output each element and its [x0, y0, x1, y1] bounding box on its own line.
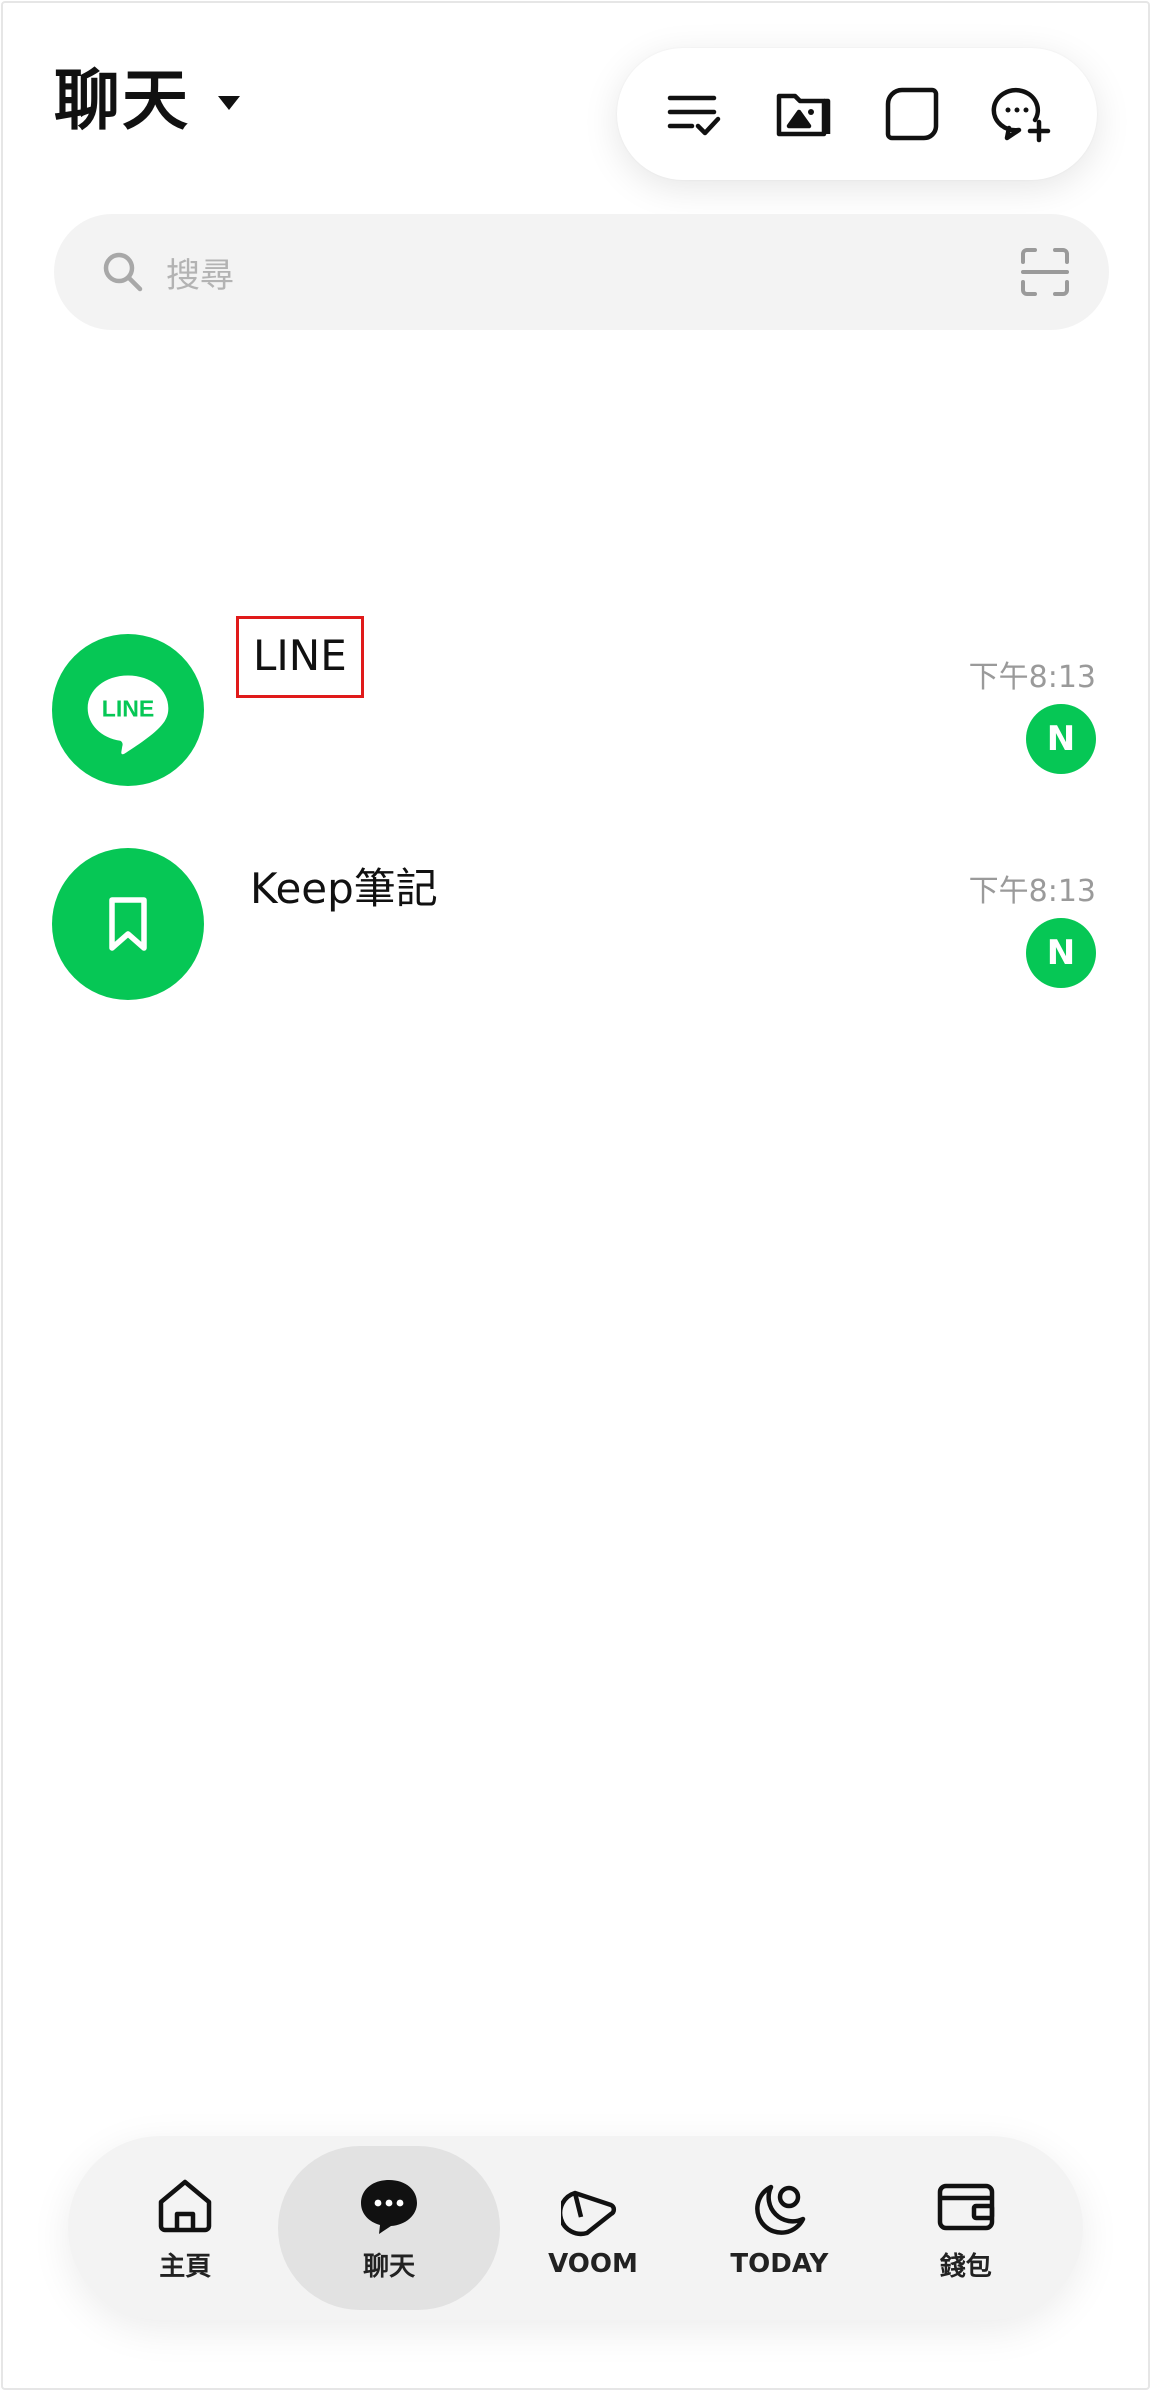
search-bar[interactable]: 搜尋: [54, 214, 1109, 330]
bottom-nav: 主頁 聊天 VOOM TODAY 錢包: [68, 2136, 1083, 2320]
line-avatar: LINE: [52, 634, 204, 786]
qr-scan-button[interactable]: [1019, 246, 1071, 298]
nav-label: 錢包: [939, 2251, 992, 2282]
chat-item-keep[interactable]: Keep筆記 下午8:13 N: [0, 848, 1151, 1008]
search-placeholder: 搜尋: [166, 255, 234, 296]
chat-name: Keep筆記: [250, 864, 438, 913]
square-button[interactable]: [876, 78, 948, 150]
nav-label: TODAY: [730, 2249, 829, 2279]
album-folder-button[interactable]: [767, 78, 839, 150]
new-badge: N: [1026, 704, 1096, 774]
window-frame: [1, 1, 1150, 2390]
nav-label: 主頁: [159, 2251, 212, 2282]
nav-today[interactable]: TODAY: [686, 2146, 872, 2310]
line-logo-text: LINE: [102, 696, 154, 722]
chat-plus-icon: [991, 87, 1050, 143]
nav-home[interactable]: 主頁: [92, 2146, 278, 2310]
header-toolbar: [617, 48, 1097, 180]
chat-time: 下午8:13: [968, 660, 1096, 695]
caret-down-icon: [218, 96, 240, 110]
chats-title-dropdown[interactable]: 聊天: [54, 68, 240, 134]
chat-name: LINE: [236, 616, 364, 698]
chat-item-line[interactable]: LINE LINE 下午8:13 N: [0, 616, 1151, 794]
voom-icon: [560, 2190, 616, 2237]
chat-time: 下午8:13: [968, 874, 1096, 909]
line-logo-icon: LINE: [87, 675, 169, 755]
keep-avatar: [52, 848, 204, 1000]
scan-icon: [1021, 248, 1069, 296]
nav-wallet[interactable]: 錢包: [873, 2146, 1059, 2310]
page-title: 聊天: [54, 62, 190, 139]
nav-voom[interactable]: VOOM: [500, 2146, 686, 2310]
home-icon: [158, 2179, 212, 2232]
bookmark-icon: [109, 897, 147, 951]
list-check-icon: [667, 95, 720, 136]
chat-icon: [361, 2179, 418, 2234]
rounded-square-icon: [885, 87, 938, 141]
new-chat-button[interactable]: [985, 78, 1057, 150]
wallet-icon: [937, 2183, 995, 2230]
today-icon: [755, 2184, 806, 2235]
nav-label: VOOM: [548, 2249, 638, 2279]
image-folder-icon: [776, 93, 830, 137]
edit-list-button[interactable]: [658, 78, 730, 150]
nav-chats[interactable]: 聊天: [278, 2146, 500, 2310]
nav-label: 聊天: [363, 2251, 416, 2282]
new-badge: N: [1026, 918, 1096, 988]
search-icon: [100, 249, 146, 295]
